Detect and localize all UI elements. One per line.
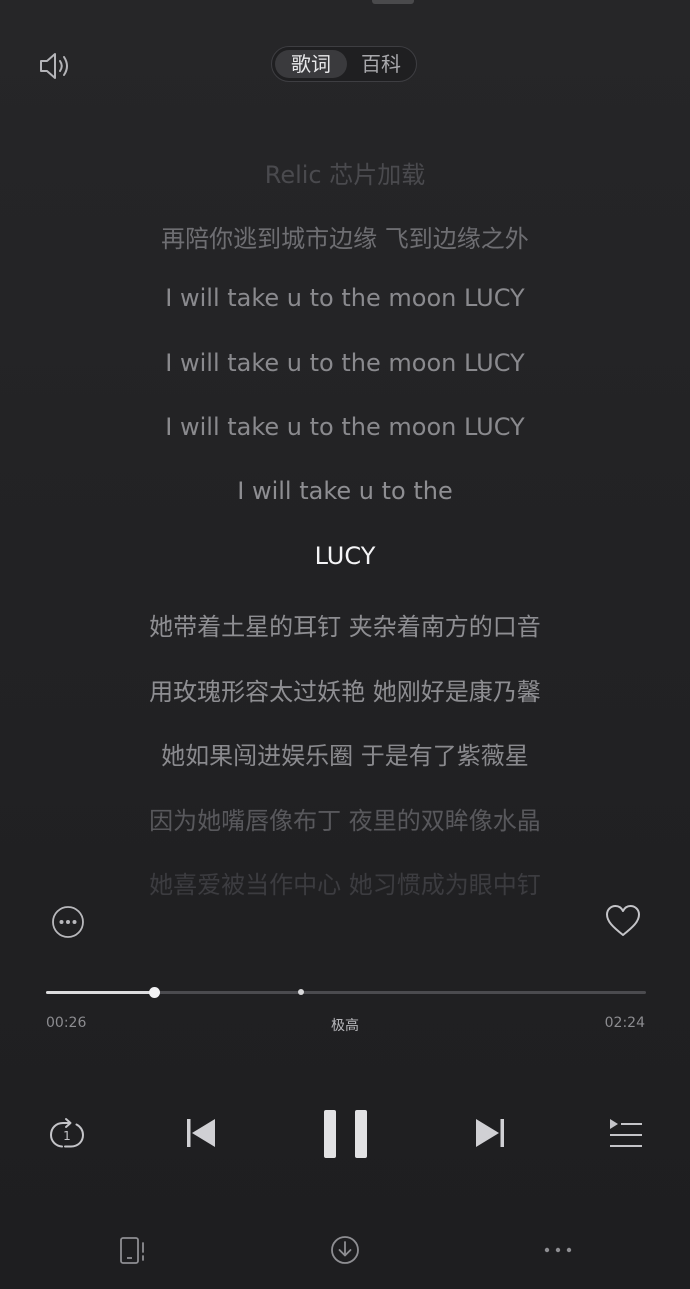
tab-wiki[interactable]: 百科: [348, 50, 414, 78]
lyric-line[interactable]: 再陪你逃到城市边缘 飞到边缘之外: [0, 219, 690, 254]
lyrics-wiki-switch: 歌词 百科: [271, 46, 417, 82]
repeat-badge: 1: [63, 1129, 71, 1143]
more-circle-icon[interactable]: [51, 905, 85, 939]
lyric-line[interactable]: 她喜爱被当作中心 她习惯成为眼中钉: [0, 865, 690, 900]
lyrics-panel[interactable]: Relic 芯片加载 再陪你逃到城市边缘 飞到边缘之外 I will take …: [0, 145, 690, 905]
speaker-icon[interactable]: [38, 50, 74, 82]
total-time: 02:24: [604, 1015, 645, 1031]
lyric-line[interactable]: I will take u to the moon LUCY: [0, 284, 690, 312]
highlight-marker: [298, 989, 304, 995]
lyric-line[interactable]: 她带着土星的耳钉 夹杂着南方的口音: [0, 607, 690, 642]
status-indicator: [372, 0, 414, 4]
repeat-one-icon[interactable]: 1: [47, 1115, 87, 1153]
lyric-line[interactable]: I will take u to the moon LUCY: [0, 349, 690, 377]
lyric-line[interactable]: 用玫瑰形容太过妖艳 她刚好是康乃馨: [0, 672, 690, 707]
next-icon[interactable]: [473, 1116, 507, 1150]
progress-knob[interactable]: [149, 987, 160, 998]
heart-icon[interactable]: [604, 903, 642, 939]
previous-icon[interactable]: [184, 1116, 218, 1150]
progress-fill: [46, 991, 154, 994]
lyric-line[interactable]: Relic 芯片加载: [0, 155, 690, 190]
pause-icon[interactable]: [322, 1108, 370, 1160]
tab-lyrics[interactable]: 歌词: [275, 50, 347, 78]
current-lyric-line[interactable]: LUCY: [0, 542, 690, 570]
lyric-line[interactable]: 因为她嘴唇像布丁 夜里的双眸像水晶: [0, 801, 690, 836]
more-horizontal-icon[interactable]: [541, 1234, 575, 1266]
download-icon[interactable]: [329, 1234, 361, 1266]
device-icon[interactable]: [118, 1234, 150, 1266]
playlist-icon[interactable]: [606, 1116, 644, 1150]
lyric-line[interactable]: I will take u to the moon LUCY: [0, 413, 690, 441]
quality-selector[interactable]: 极高: [0, 1015, 690, 1035]
lyric-line[interactable]: 她如果闯进娱乐圈 于是有了紫薇星: [0, 736, 690, 771]
lyric-line[interactable]: I will take u to the: [0, 477, 690, 505]
